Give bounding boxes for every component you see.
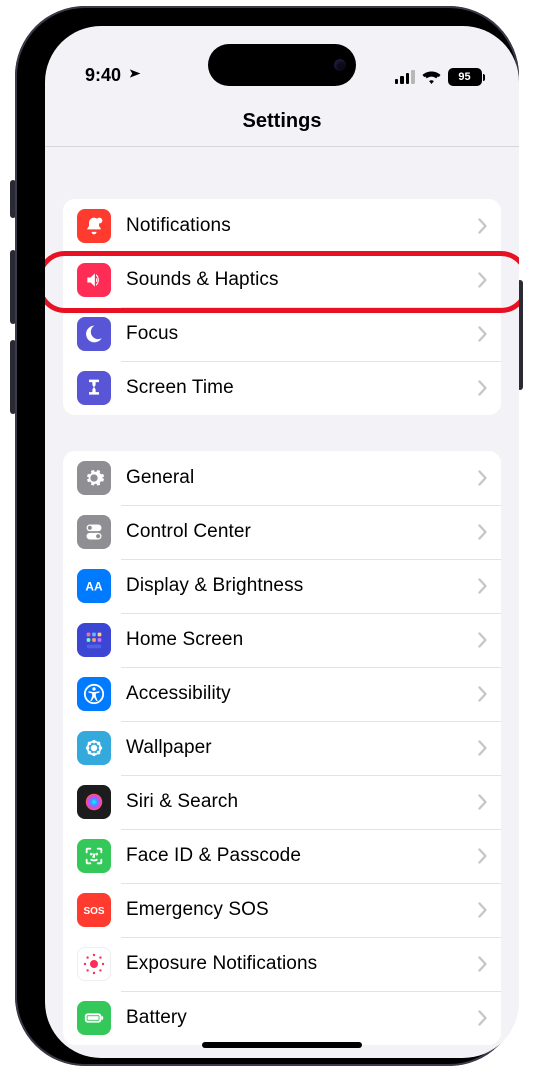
battery-icon [77,1001,111,1035]
phone-frame: 9:40 95 Settings [15,6,519,1066]
page-title: Settings [45,110,519,147]
chevron-right-icon [478,524,487,540]
row-label: Exposure Notifications [111,953,478,975]
location-arrow-icon [121,64,143,86]
focus-icon [77,317,111,351]
screen: 9:40 95 Settings [45,26,519,1058]
chevron-right-icon [478,470,487,486]
row-home-screen[interactable]: Home Screen [63,613,501,667]
chevron-right-icon [478,272,487,288]
chevron-right-icon [478,902,487,918]
row-label: Sounds & Haptics [111,269,478,291]
home-screen-icon [77,623,111,657]
row-notifications[interactable]: Notifications [63,199,501,253]
row-general[interactable]: General [63,451,501,505]
row-label: Accessibility [111,683,478,705]
chevron-right-icon [478,380,487,396]
screen-time-icon [77,371,111,405]
chevron-right-icon [478,740,487,756]
chevron-right-icon [478,578,487,594]
row-label: Display & Brightness [111,575,478,597]
wallpaper-icon [77,731,111,765]
row-label: Screen Time [111,377,478,399]
svg-text:AA: AA [85,580,103,594]
chevron-right-icon [478,794,487,810]
row-sounds-haptics[interactable]: Sounds & Haptics [63,253,501,307]
status-right: 95 [395,68,486,86]
row-battery[interactable]: Battery [63,991,501,1045]
row-siri-search[interactable]: Siri & Search [63,775,501,829]
row-accessibility[interactable]: Accessibility [63,667,501,721]
wifi-icon [422,70,441,84]
cellular-signal-icon [395,70,415,84]
siri-search-icon [77,785,111,819]
row-emergency-sos[interactable]: SOS Emergency SOS [63,883,501,937]
status-left: 9:40 [85,65,139,86]
display-brightness-icon: AA [77,569,111,603]
emergency-sos-icon: SOS [77,893,111,927]
row-label: Notifications [111,215,478,237]
row-label: Control Center [111,521,478,543]
control-center-icon [77,515,111,549]
row-label: Siri & Search [111,791,478,813]
row-label: Home Screen [111,629,478,651]
settings-group-1: Notifications Sounds & Haptics Focus [63,199,501,415]
settings-group-2: General Control Center AA Display & Brig… [63,451,501,1045]
battery-level: 95 [458,71,470,83]
row-screen-time[interactable]: Screen Time [63,361,501,415]
chevron-right-icon [478,956,487,972]
row-display-brightness[interactable]: AA Display & Brightness [63,559,501,613]
row-face-id-passcode[interactable]: Face ID & Passcode [63,829,501,883]
chevron-right-icon [478,848,487,864]
chevron-right-icon [478,326,487,342]
row-label: Face ID & Passcode [111,845,478,867]
sounds-haptics-icon [77,263,111,297]
notifications-icon [77,209,111,243]
face-id-passcode-icon [77,839,111,873]
battery-indicator: 95 [448,68,486,86]
row-wallpaper[interactable]: Wallpaper [63,721,501,775]
chevron-right-icon [478,686,487,702]
row-label: Focus [111,323,478,345]
accessibility-icon [77,677,111,711]
general-icon [77,461,111,495]
dynamic-island [208,44,356,86]
home-indicator[interactable] [202,1042,362,1048]
exposure-notifications-icon [77,947,111,981]
row-control-center[interactable]: Control Center [63,505,501,559]
status-time: 9:40 [85,65,121,86]
chevron-right-icon [478,1010,487,1026]
row-label: Battery [111,1007,478,1029]
row-label: General [111,467,478,489]
row-focus[interactable]: Focus [63,307,501,361]
chevron-right-icon [478,632,487,648]
svg-text:SOS: SOS [83,906,104,917]
chevron-right-icon [478,218,487,234]
settings-scroll[interactable]: Notifications Sounds & Haptics Focus [45,147,519,1058]
row-exposure-notifications[interactable]: Exposure Notifications [63,937,501,991]
row-label: Wallpaper [111,737,478,759]
row-label: Emergency SOS [111,899,478,921]
front-camera-icon [334,59,346,71]
